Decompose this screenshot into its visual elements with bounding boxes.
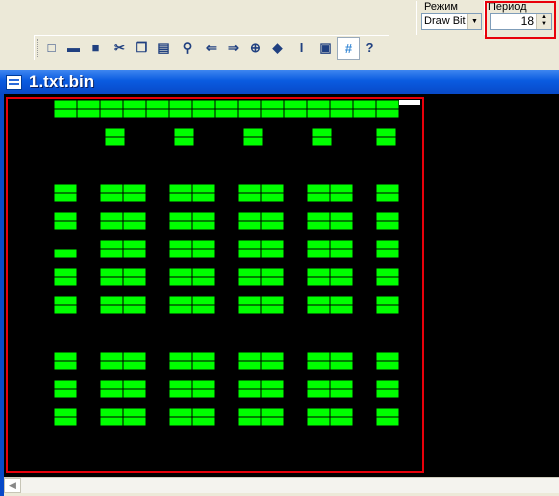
rect-icon[interactable]: ▣	[315, 37, 336, 58]
new-file-icon[interactable]: □	[41, 37, 62, 58]
forward-arrow-icon[interactable]: ⇒	[223, 37, 244, 58]
grid-icon[interactable]: #	[337, 37, 360, 60]
italic-icon[interactable]: I	[291, 37, 312, 58]
save-icon[interactable]: ■	[85, 37, 106, 58]
back-arrow-icon[interactable]: ⇐	[201, 37, 222, 58]
document-title: 1.txt.bin	[29, 72, 95, 91]
mode-label: Режим	[424, 1, 458, 13]
shape-icon[interactable]: ◆	[267, 37, 288, 58]
zoom-icon[interactable]: ⊕	[245, 37, 266, 58]
document-icon	[6, 75, 22, 90]
cut-icon[interactable]: ✂	[109, 37, 130, 58]
find-icon[interactable]: ⚲	[177, 37, 198, 58]
period-highlight	[485, 1, 556, 39]
view-highlight	[6, 97, 424, 473]
open-folder-icon[interactable]: ▬	[63, 37, 84, 58]
document-titlebar[interactable]: 1.txt.bin	[0, 70, 559, 94]
help-icon[interactable]: ?	[359, 37, 380, 58]
horizontal-scrollbar[interactable]: ◀	[4, 477, 559, 493]
mode-select[interactable]: Draw Bit ▼	[421, 13, 482, 30]
copy-icon[interactable]: ❐	[131, 37, 152, 58]
main-toolbar: □ ▬ ■ ✂ ❐ ▤ ⚲ ⇐ ⇒ ⊕ ◆ I ▣ #?	[34, 35, 389, 60]
scroll-left-icon[interactable]: ◀	[4, 478, 21, 493]
mode-value: Draw Bit	[424, 15, 466, 27]
chevron-down-icon[interactable]: ▼	[467, 14, 481, 29]
top-toolbar: Режим Draw Bit ▼ Период 18 ▲ ▼	[0, 0, 559, 39]
paste-icon[interactable]: ▤	[153, 37, 174, 58]
